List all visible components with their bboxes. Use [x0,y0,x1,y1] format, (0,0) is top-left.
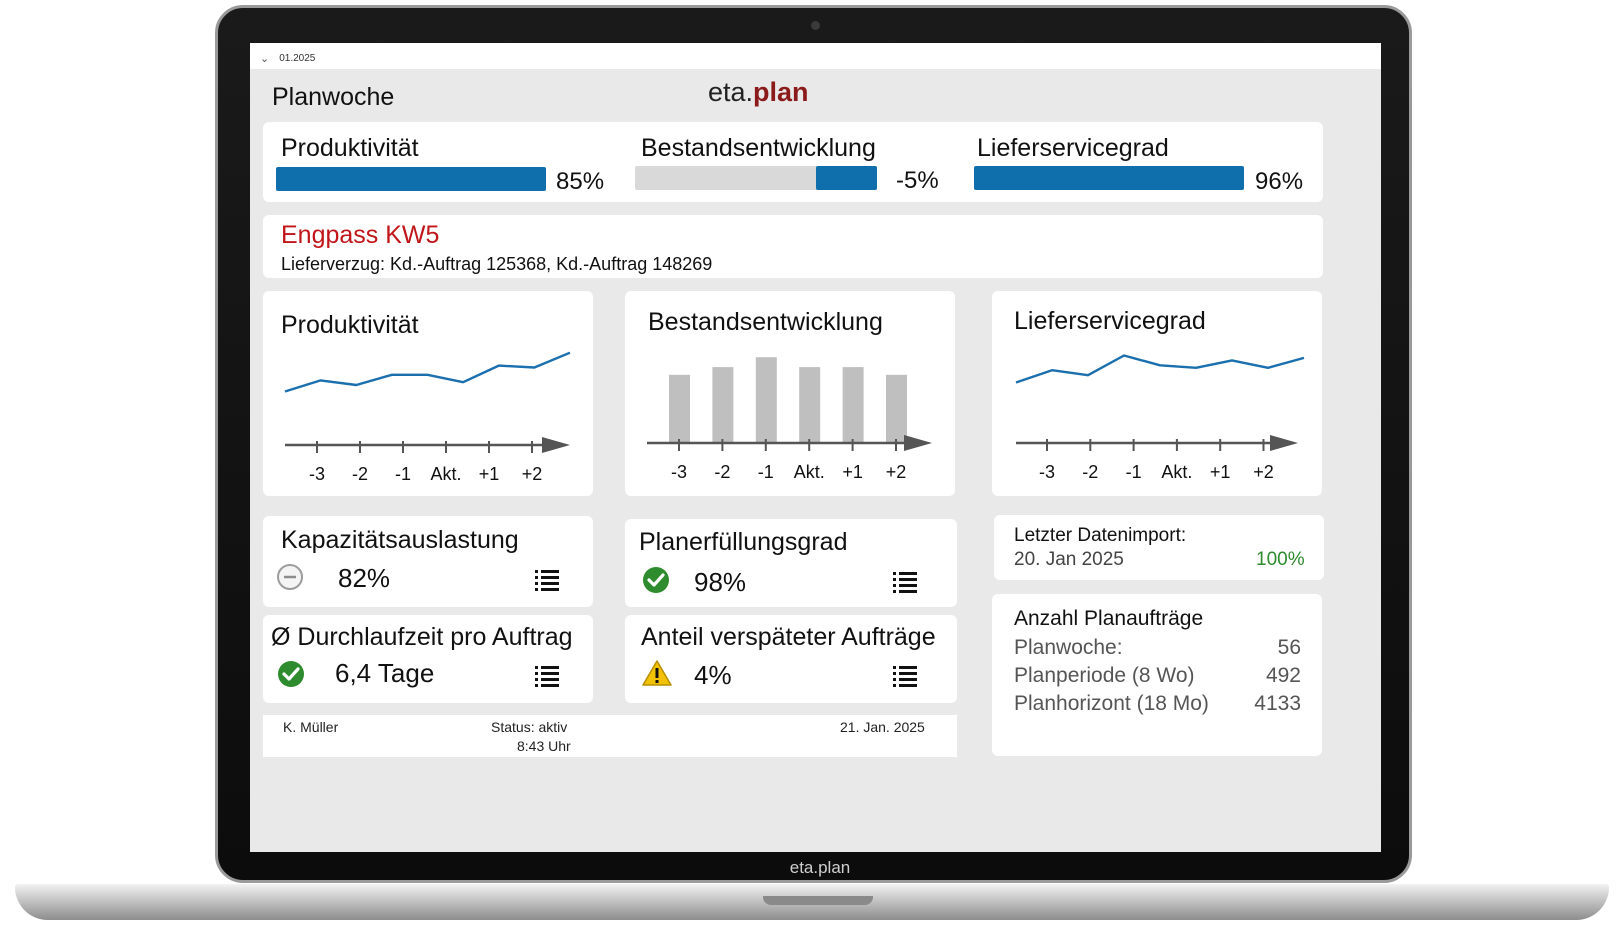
stat-card-lead-time[interactable]: Ø Durchlaufzeit pro Auftrag 6,4 Tage [263,615,593,703]
stat-label-capacity: Kapazitätsauslastung [281,526,519,554]
x-tick-label: +1 [1210,462,1231,482]
alert-text: Lieferverzug: Kd.-Auftrag 125368, Kd.-Au… [281,254,713,274]
kpi-value-service: 96% [1255,168,1304,195]
orders-row-value: 56 [1277,636,1301,659]
warning-icon [642,659,672,692]
stat-label-lead-time: Ø Durchlaufzeit pro Auftrag [271,623,573,651]
kpi-fill-inventory [816,166,877,190]
series-line [1015,354,1305,384]
x-tick-label: +2 [1253,462,1274,482]
footer-bar: K. Müller Status: aktiv 8:43 Uhr 21. Jan… [263,715,957,757]
import-label: Letzter Datenimport: [1014,525,1187,546]
footer-time: 8:43 Uhr [517,738,571,754]
x-tick-label: +2 [522,464,543,484]
kpi-label-service: Lieferservicegrad [977,134,1169,162]
footer-user: K. Müller [283,719,339,735]
orders-row-value: 4133 [1254,692,1301,715]
kpi-fill-productivity [276,167,546,191]
chevron-down-icon: ⌄ [260,52,270,65]
period-value: 01.2025 [279,52,316,64]
kpi-label-productivity: Produktivität [281,134,419,162]
series-line [284,351,571,393]
stat-card-capacity[interactable]: Kapazitätsauslastung 82% [263,516,593,607]
list-icon[interactable] [893,665,917,692]
check-circle-icon [642,566,670,599]
chart-service: -3 -2 -1 Akt. +1 +2 [1015,354,1305,482]
stat-value-plan-fulfillment: 98% [694,567,747,597]
neutral-circle-icon [276,563,303,590]
x-tick-label: -2 [352,464,368,484]
brand-logo: eta.plan [708,77,809,108]
stat-value-lead-time: 6,4 Tage [335,658,435,688]
x-tick-label: -2 [714,462,730,482]
period-selector[interactable]: ⌄ 01.2025 [260,49,315,67]
list-icon[interactable] [893,571,917,598]
alert-card[interactable]: Engpass KW5 Lieferverzug: Kd.-Auftrag 12… [263,215,1323,278]
orders-title: Anzahl Planaufträge [1014,607,1204,630]
top-strip [250,43,1381,69]
import-date: 20. Jan 2025 [1014,549,1124,570]
orders-row-label: Planwoche: [1014,636,1123,659]
import-percent: 100% [1256,549,1305,570]
x-tick-label: -1 [1126,462,1142,482]
alert-title: Engpass KW5 [281,221,440,249]
stat-value-capacity: 82% [338,563,391,593]
camera-icon [811,21,820,30]
chart-card-inventory[interactable]: Bestandsentwicklung -3 -2 -1 Akt. +1 +2 [625,291,955,496]
bar [755,357,777,443]
kpi-label-inventory: Bestandsentwicklung [641,134,876,162]
x-tick-label: +2 [886,462,907,482]
orders-card: Anzahl Planaufträge Planwoche: 56 Planpe… [992,594,1322,756]
brand-suffix: plan [753,77,809,107]
page-title: Planwoche [272,83,395,111]
x-axis-arrow [542,437,570,453]
kpi-value-inventory: -5% [896,167,939,194]
list-icon[interactable] [535,569,559,596]
stat-value-late-orders: 4% [694,660,732,690]
stat-card-plan-fulfillment[interactable]: Planerfüllungsgrad 98% [625,519,957,607]
kpi-strip: Produktivität 85% Bestandsentwicklung -5… [263,122,1323,202]
kpi-fill-service [974,166,1244,190]
bezel-brand: eta.plan [789,858,851,877]
footer-date: 21. Jan. 2025 [840,719,925,735]
stat-card-late-orders[interactable]: Anteil verspäteter Aufträge 4% [625,615,957,703]
x-tick-label: Akt. [1161,462,1192,482]
list-icon[interactable] [535,665,559,692]
bar [712,367,734,443]
x-tick-label: -1 [395,464,411,484]
x-tick-label: Akt. [430,464,461,484]
stat-label-late-orders: Anteil verspäteter Aufträge [641,623,936,651]
bar [799,367,821,443]
x-axis-arrow [904,435,932,451]
x-axis-arrow [1270,435,1298,451]
stat-label-plan-fulfillment: Planerfüllungsgrad [639,528,848,556]
app-screen: ⌄ 01.2025 Planwoche eta.plan Produktivit… [250,43,1381,852]
x-tick-label: Akt. [794,462,825,482]
orders-row-value: 492 [1265,664,1301,687]
import-card: Letzter Datenimport: 20. Jan 2025 100% [994,515,1324,580]
laptop-notch [763,896,873,905]
brand-prefix: eta. [708,77,754,107]
x-tick-label: -3 [309,464,325,484]
x-tick-label: +1 [842,462,863,482]
bar [886,374,907,443]
x-tick-label: +1 [479,464,500,484]
orders-row-label: Planhorizont (18 Mo) [1014,692,1209,715]
x-tick-label: -3 [1039,462,1055,482]
orders-row-label: Planperiode (8 Wo) [1014,664,1195,687]
x-tick-label: -3 [671,462,687,482]
footer-status: Status: aktiv [491,719,568,735]
check-circle-icon [277,660,305,693]
kpi-value-productivity: 85% [556,168,605,195]
x-tick-label: -1 [758,462,774,482]
chart-card-productivity[interactable]: Produktivität -3 -2 -1 Akt. +1 +2 [263,291,593,496]
chart-productivity: -3 -2 -1 Akt. +1 +2 [284,351,571,484]
chart-card-service[interactable]: Lieferservicegrad -3 -2 -1 Akt. +1 +2 [992,291,1322,496]
x-tick-label: -2 [1082,462,1098,482]
bar [842,367,864,443]
bar [669,374,690,443]
chart-inventory: -3 -2 -1 Akt. +1 +2 [647,357,932,482]
